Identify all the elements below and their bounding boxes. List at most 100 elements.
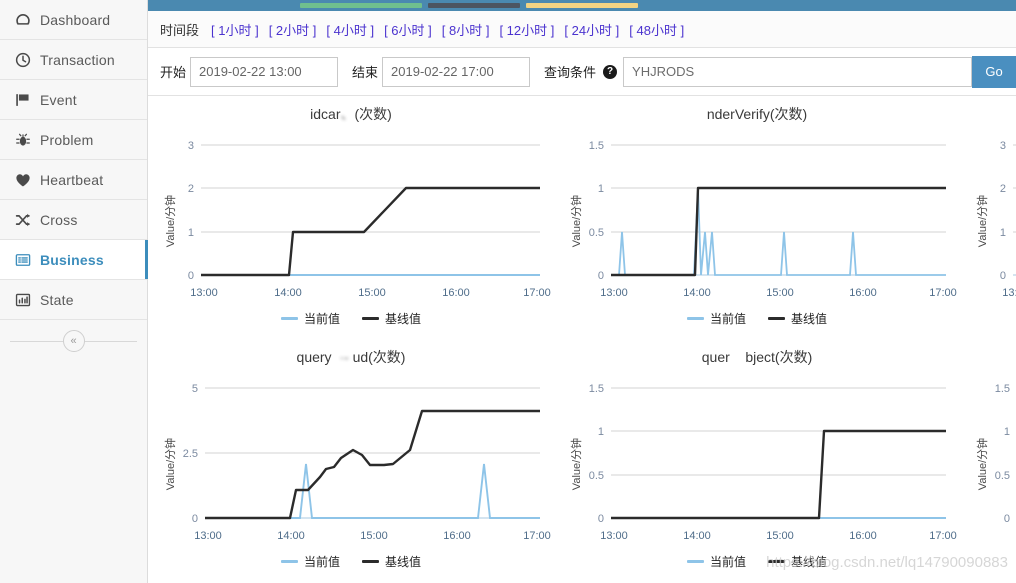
heart-icon [14, 170, 40, 190]
sidebar-item-heartbeat[interactable]: Heartbeat [0, 160, 147, 200]
chart-title-mid-1: 、 [340, 106, 355, 122]
chart-plot-6[interactable]: Value/分钟 1.5 1 0.5 0 [960, 369, 1016, 551]
svg-text:5: 5 [192, 383, 198, 395]
sidebar-item-event[interactable]: Event [0, 80, 147, 120]
sidebar-item-dashboard[interactable]: Dashboard [0, 0, 147, 40]
charts-viewport: idcar、(次数) Value/分钟 3 2 1 0 13:00 14:00 … [148, 96, 1016, 583]
legend-current-4[interactable]: 当前值 [280, 553, 340, 570]
legend-baseline-2[interactable]: 基线值 [768, 310, 827, 327]
svg-text:2: 2 [1000, 183, 1006, 195]
legend-baseline-1[interactable]: 基线值 [362, 310, 421, 327]
svg-text:1: 1 [1000, 227, 1006, 239]
svg-text:0: 0 [598, 270, 604, 282]
range-option-4h[interactable]: [ 4小时 ] [326, 20, 374, 39]
svg-text:15:00: 15:00 [360, 530, 388, 542]
sidebar-item-cross[interactable]: Cross [0, 200, 147, 240]
legend-swatch-current-icon [686, 560, 704, 563]
main-content: 时间段 [ 1小时 ] [ 2小时 ] [ 4小时 ] [ 6小时 ] [ 8小… [148, 0, 1016, 583]
chart-panel-5: quer bject(次数) Value/分钟 1.5 1 0.5 0 13:0… [554, 339, 960, 582]
legend-current-2[interactable]: 当前值 [686, 310, 746, 327]
legend-baseline-4[interactable]: 基线值 [362, 553, 421, 570]
svg-text:0: 0 [1000, 270, 1006, 282]
range-option-6h[interactable]: [ 6小时 ] [384, 20, 432, 39]
chart-panel-2: nderVerify(次数) Value/分钟 1.5 1 0.5 0 13:0… [554, 96, 960, 339]
svg-text:16:00: 16:00 [442, 287, 470, 299]
chart-plot-3[interactable]: Value/分钟 3 2 1 0 13:00 [960, 126, 1016, 308]
sidebar-item-business[interactable]: Business [0, 240, 148, 280]
svg-text:14:00: 14:00 [683, 530, 711, 542]
header-chip-green [300, 3, 422, 8]
legend-swatch-baseline-icon [768, 317, 785, 320]
svg-text:16:00: 16:00 [849, 287, 877, 299]
legend-current-5[interactable]: 当前值 [686, 553, 746, 570]
chart-title-mid-4: ud [352, 349, 369, 365]
sidebar-item-state[interactable]: State [0, 280, 147, 320]
range-option-24h[interactable]: [ 24小时 ] [564, 20, 619, 39]
start-time-input[interactable] [190, 56, 339, 87]
legend-swatch-baseline-icon [768, 560, 785, 563]
chart-title-prefix-4: query [296, 349, 332, 365]
sidebar-item-label: Dashboard [40, 11, 111, 28]
bar-chart-icon [14, 290, 40, 310]
legend-swatch-current-icon [686, 317, 704, 320]
help-icon[interactable]: ? [603, 64, 618, 79]
svg-text:1: 1 [188, 227, 194, 239]
range-option-12h[interactable]: [ 12小时 ] [499, 20, 554, 39]
range-option-1h[interactable]: [ 1小时 ] [211, 20, 259, 39]
end-time-label: 结束 [352, 65, 379, 80]
svg-text:17:00: 17:00 [523, 287, 551, 299]
range-option-8h[interactable]: [ 8小时 ] [442, 20, 490, 39]
chart-plot-2[interactable]: Value/分钟 1.5 1 0.5 0 13:00 14:00 15:00 1… [554, 126, 960, 308]
legend-baseline-label: 基线值 [791, 555, 828, 569]
query-condition-input[interactable] [623, 56, 972, 87]
sidebar-item-transaction[interactable]: Transaction [0, 40, 147, 80]
chart-title-mid-2: nderVerify [706, 106, 770, 122]
svg-text:16:00: 16:00 [849, 530, 877, 542]
go-button[interactable]: Go [972, 55, 1016, 88]
chart-plot-1[interactable]: Value/分钟 3 2 1 0 13:00 14:00 15:00 16:00… [148, 126, 554, 308]
gauge-icon [14, 10, 40, 30]
collapse-sidebar-button[interactable]: « [62, 330, 85, 352]
legend-baseline-5[interactable]: 基线值 [768, 553, 827, 570]
query-condition-label: 查询条件 [544, 65, 597, 80]
svg-text:1: 1 [1004, 426, 1010, 438]
sidebar-collapse-row: « [0, 320, 147, 362]
top-header-bar [148, 0, 1016, 11]
range-option-2h[interactable]: [ 2小时 ] [269, 20, 317, 39]
chart-title-prefix-1: idcar [310, 106, 341, 122]
sidebar-item-label: Cross [40, 211, 78, 228]
chart-plot-5[interactable]: Value/分钟 1.5 1 0.5 0 13:00 14:00 15:00 1… [554, 369, 960, 551]
svg-text:15:00: 15:00 [766, 287, 794, 299]
chart-panel-1: idcar、(次数) Value/分钟 3 2 1 0 13:00 14:00 … [148, 96, 554, 339]
legend-swatch-current-icon [280, 560, 298, 563]
shuffle-icon [14, 210, 40, 230]
sidebar-item-problem[interactable]: Problem [0, 120, 147, 160]
svg-text:3: 3 [188, 140, 194, 152]
chart-title-6 [960, 339, 1016, 369]
svg-text:13:00: 13:00 [194, 530, 222, 542]
svg-text:16:00: 16:00 [443, 530, 471, 542]
legend-current-1[interactable]: 当前值 [280, 310, 340, 327]
svg-text:17:00: 17:00 [929, 530, 957, 542]
clock-icon [14, 50, 40, 70]
legend-swatch-baseline-icon [362, 317, 379, 320]
svg-text:13:00: 13:00 [1002, 287, 1016, 299]
svg-text:0: 0 [192, 513, 198, 525]
chart-title-4: query ·- ud(次数) [296, 349, 406, 365]
sidebar-item-label: Heartbeat [40, 171, 104, 188]
chart-plot-4[interactable]: Value/分钟 5 2.5 0 13:00 14:00 15:00 16:00… [148, 369, 554, 551]
range-option-48h[interactable]: [ 48小时 ] [629, 20, 684, 39]
header-chip-yellow [526, 3, 638, 8]
svg-text:14:00: 14:00 [683, 287, 711, 299]
end-time-input[interactable] [382, 56, 531, 87]
flag-icon [14, 90, 40, 110]
svg-text:1.5: 1.5 [589, 140, 604, 152]
svg-text:3: 3 [1000, 140, 1006, 152]
legend-current-label: 当前值 [709, 555, 746, 569]
chart-title-suffix-5: (次数) [774, 349, 813, 365]
chart-title-3 [960, 96, 1016, 126]
legend-current-label: 当前值 [303, 555, 340, 569]
chart-title-prefix-5: quer [701, 349, 730, 365]
time-range-bar: 时间段 [ 1小时 ] [ 2小时 ] [ 4小时 ] [ 6小时 ] [ 8小… [148, 11, 1016, 48]
chart-legend-2: 当前值 基线值 [554, 310, 960, 327]
